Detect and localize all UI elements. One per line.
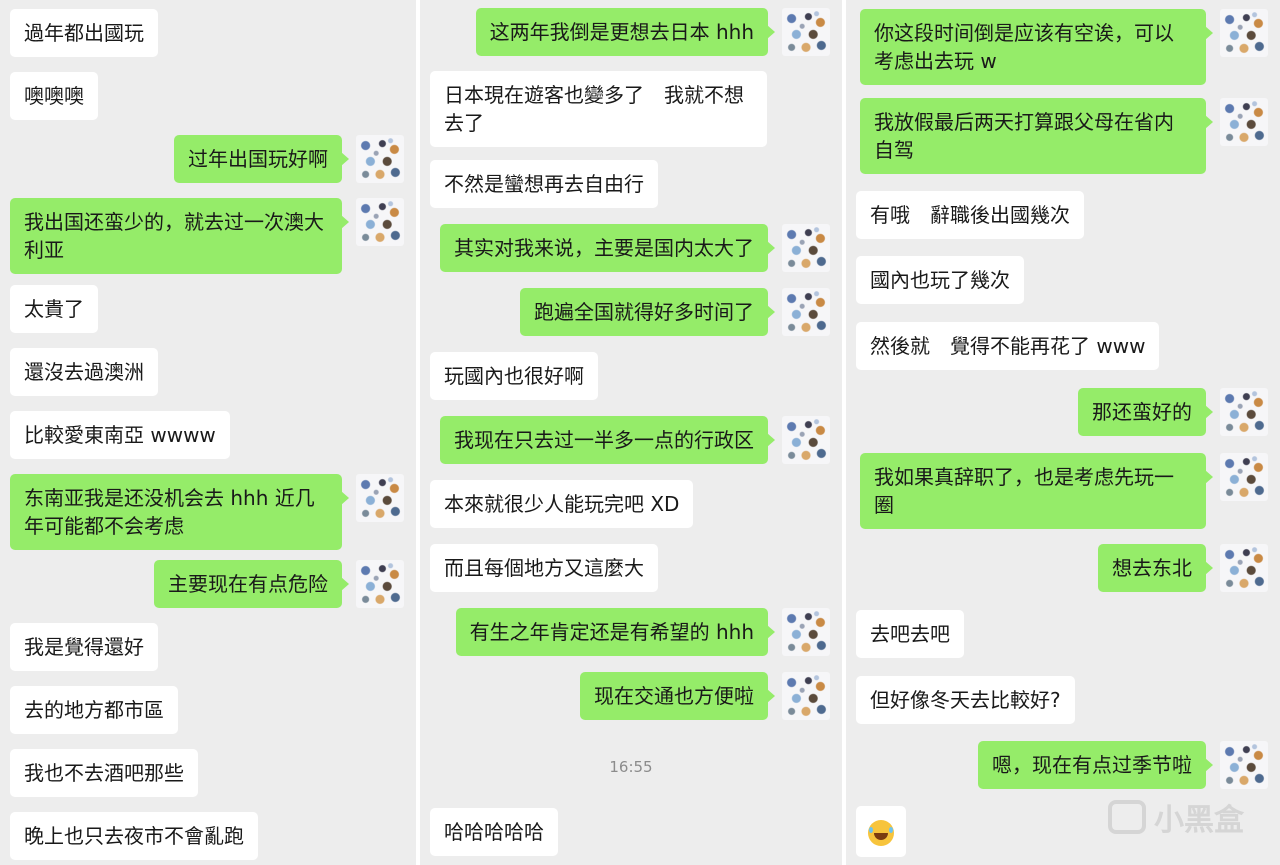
message-sent: 有生之年肯定还是有希望的 hhh bbox=[455, 608, 830, 656]
message-received bbox=[856, 806, 906, 857]
message-sent: 那还蛮好的 bbox=[1078, 388, 1268, 436]
message-received: 去吧去吧 bbox=[856, 610, 964, 658]
message-bubble[interactable]: 过年出国玩好啊 bbox=[174, 135, 349, 183]
message-received: 我是覺得還好 bbox=[10, 623, 158, 671]
user-avatar[interactable] bbox=[782, 288, 830, 336]
message-bubble[interactable]: 这两年我倒是更想去日本 hhh bbox=[475, 8, 776, 56]
message-received: 晚上也只去夜市不會亂跑 bbox=[10, 812, 258, 860]
message-sent: 主要现在有点危险 bbox=[154, 560, 404, 608]
user-avatar[interactable] bbox=[1220, 741, 1268, 789]
message-bubble[interactable]: 我出国还蛮少的，就去过一次澳大利亚 bbox=[10, 198, 349, 274]
message-received: 日本現在遊客也變多了 我就不想去了 bbox=[430, 71, 767, 147]
user-avatar[interactable] bbox=[782, 224, 830, 272]
message-bubble[interactable]: 主要现在有点危险 bbox=[154, 560, 349, 608]
message-received: 而且每個地方又這麼大 bbox=[430, 544, 658, 592]
message-sent: 我如果真辞职了，也是考虑先玩一圈 bbox=[860, 453, 1268, 529]
message-received: 噢噢噢 bbox=[10, 72, 98, 120]
laughing-tears-emoji-icon bbox=[868, 819, 894, 846]
message-received: 本來就很少人能玩完吧 XD bbox=[430, 480, 694, 528]
message-bubble[interactable]: 我也不去酒吧那些 bbox=[10, 749, 198, 797]
message-bubble[interactable]: 本來就很少人能玩完吧 XD bbox=[430, 480, 694, 528]
watermark: 小黑盒 bbox=[1108, 795, 1244, 839]
message-sent: 你这段时间倒是应该有空诶，可以考虑出去玩 w bbox=[860, 9, 1268, 85]
message-bubble[interactable]: 我现在只去过一半多一点的行政区 bbox=[440, 416, 775, 464]
user-avatar[interactable] bbox=[1220, 388, 1268, 436]
chat-column-3: 你这段时间倒是应该有空诶，可以考虑出去玩 w 我放假最后两天打算跟父母在省内自驾… bbox=[846, 0, 1280, 865]
message-sent: 我现在只去过一半多一点的行政区 bbox=[440, 416, 830, 464]
message-bubble[interactable]: 有哦 辭職後出國幾次 bbox=[856, 191, 1084, 239]
message-sent: 现在交通也方便啦 bbox=[580, 672, 830, 720]
message-sent: 跑遍全国就得好多时间了 bbox=[520, 288, 830, 336]
user-avatar[interactable] bbox=[782, 608, 830, 656]
message-bubble[interactable]: 比較愛東南亞 wwww bbox=[10, 411, 230, 459]
message-bubble[interactable]: 想去东北 bbox=[1098, 544, 1213, 592]
chat-column-2: 这两年我倒是更想去日本 hhh 日本現在遊客也變多了 我就不想去了 不然是蠻想再… bbox=[420, 0, 842, 865]
user-avatar[interactable] bbox=[356, 135, 404, 183]
message-bubble[interactable]: 那还蛮好的 bbox=[1078, 388, 1213, 436]
message-sent: 我出国还蛮少的，就去过一次澳大利亚 bbox=[10, 198, 404, 274]
user-avatar[interactable] bbox=[356, 474, 404, 522]
message-bubble[interactable]: 噢噢噢 bbox=[10, 72, 98, 120]
message-timestamp: 16:55 bbox=[609, 758, 653, 776]
message-received: 然後就 覺得不能再花了 www bbox=[856, 322, 1160, 370]
message-bubble[interactable]: 還沒去過澳洲 bbox=[10, 348, 158, 396]
user-avatar[interactable] bbox=[1220, 98, 1268, 146]
message-bubble[interactable]: 我放假最后两天打算跟父母在省内自驾 bbox=[860, 98, 1213, 174]
message-bubble[interactable]: 嗯，现在有点过季节啦 bbox=[978, 741, 1213, 789]
message-bubble[interactable]: 太貴了 bbox=[10, 285, 98, 333]
user-avatar[interactable] bbox=[782, 672, 830, 720]
message-received: 過年都出國玩 bbox=[10, 9, 158, 57]
message-sent: 其实对我来说，主要是国内太大了 bbox=[440, 224, 830, 272]
message-sent: 这两年我倒是更想去日本 hhh bbox=[475, 8, 830, 56]
message-bubble[interactable]: 我是覺得還好 bbox=[10, 623, 158, 671]
message-sent: 东南亚我是还没机会去 hhh 近几年可能都不会考虑 bbox=[10, 474, 404, 550]
message-received: 還沒去過澳洲 bbox=[10, 348, 158, 396]
message-received: 太貴了 bbox=[10, 285, 98, 333]
user-avatar[interactable] bbox=[782, 416, 830, 464]
message-bubble[interactable]: 然後就 覺得不能再花了 www bbox=[856, 322, 1160, 370]
message-received: 國內也玩了幾次 bbox=[856, 256, 1024, 304]
message-bubble[interactable]: 國內也玩了幾次 bbox=[856, 256, 1024, 304]
message-bubble[interactable]: 现在交通也方便啦 bbox=[580, 672, 775, 720]
message-bubble[interactable]: 其实对我来说，主要是国内太大了 bbox=[440, 224, 775, 272]
message-bubble[interactable]: 有生之年肯定还是有希望的 hhh bbox=[455, 608, 776, 656]
message-received: 不然是蠻想再去自由行 bbox=[430, 160, 658, 208]
message-received: 我也不去酒吧那些 bbox=[10, 749, 198, 797]
user-avatar[interactable] bbox=[1220, 544, 1268, 592]
message-bubble[interactable]: 你这段时间倒是应该有空诶，可以考虑出去玩 w bbox=[860, 9, 1213, 85]
message-sent: 过年出国玩好啊 bbox=[174, 135, 404, 183]
message-received: 有哦 辭職後出國幾次 bbox=[856, 191, 1084, 239]
message-bubble[interactable]: 過年都出國玩 bbox=[10, 9, 158, 57]
message-received: 比較愛東南亞 wwww bbox=[10, 411, 230, 459]
user-avatar[interactable] bbox=[356, 560, 404, 608]
user-avatar[interactable] bbox=[782, 8, 830, 56]
message-received: 哈哈哈哈哈 bbox=[430, 808, 558, 856]
message-bubble[interactable]: 而且每個地方又這麼大 bbox=[430, 544, 658, 592]
message-sent: 我放假最后两天打算跟父母在省内自驾 bbox=[860, 98, 1268, 174]
user-avatar[interactable] bbox=[1220, 9, 1268, 57]
message-bubble[interactable]: 跑遍全国就得好多时间了 bbox=[520, 288, 775, 336]
watermark-logo-icon bbox=[1108, 800, 1146, 834]
message-bubble[interactable]: 东南亚我是还没机会去 hhh 近几年可能都不会考虑 bbox=[10, 474, 349, 550]
message-bubble[interactable]: 玩國內也很好啊 bbox=[430, 352, 598, 400]
message-bubble[interactable]: 晚上也只去夜市不會亂跑 bbox=[10, 812, 258, 860]
user-avatar[interactable] bbox=[1220, 453, 1268, 501]
message-sent: 想去东北 bbox=[1098, 544, 1268, 592]
message-sent: 嗯，现在有点过季节啦 bbox=[978, 741, 1268, 789]
message-bubble[interactable]: 但好像冬天去比較好? bbox=[856, 676, 1075, 724]
message-received: 但好像冬天去比較好? bbox=[856, 676, 1075, 724]
message-bubble[interactable] bbox=[856, 806, 906, 857]
watermark-text: 小黑盒 bbox=[1154, 803, 1244, 838]
message-received: 去的地方都市區 bbox=[10, 686, 178, 734]
message-bubble[interactable]: 去的地方都市區 bbox=[10, 686, 178, 734]
message-bubble[interactable]: 我如果真辞职了，也是考虑先玩一圈 bbox=[860, 453, 1213, 529]
message-bubble[interactable]: 日本現在遊客也變多了 我就不想去了 bbox=[430, 71, 767, 147]
message-bubble[interactable]: 不然是蠻想再去自由行 bbox=[430, 160, 658, 208]
message-bubble[interactable]: 哈哈哈哈哈 bbox=[430, 808, 558, 856]
message-received: 玩國內也很好啊 bbox=[430, 352, 598, 400]
chat-column-1: 過年都出國玩 噢噢噢 过年出国玩好啊 我出国还蛮少的，就去过一次澳大利亚 太貴了… bbox=[0, 0, 416, 865]
user-avatar[interactable] bbox=[356, 198, 404, 246]
message-bubble[interactable]: 去吧去吧 bbox=[856, 610, 964, 658]
